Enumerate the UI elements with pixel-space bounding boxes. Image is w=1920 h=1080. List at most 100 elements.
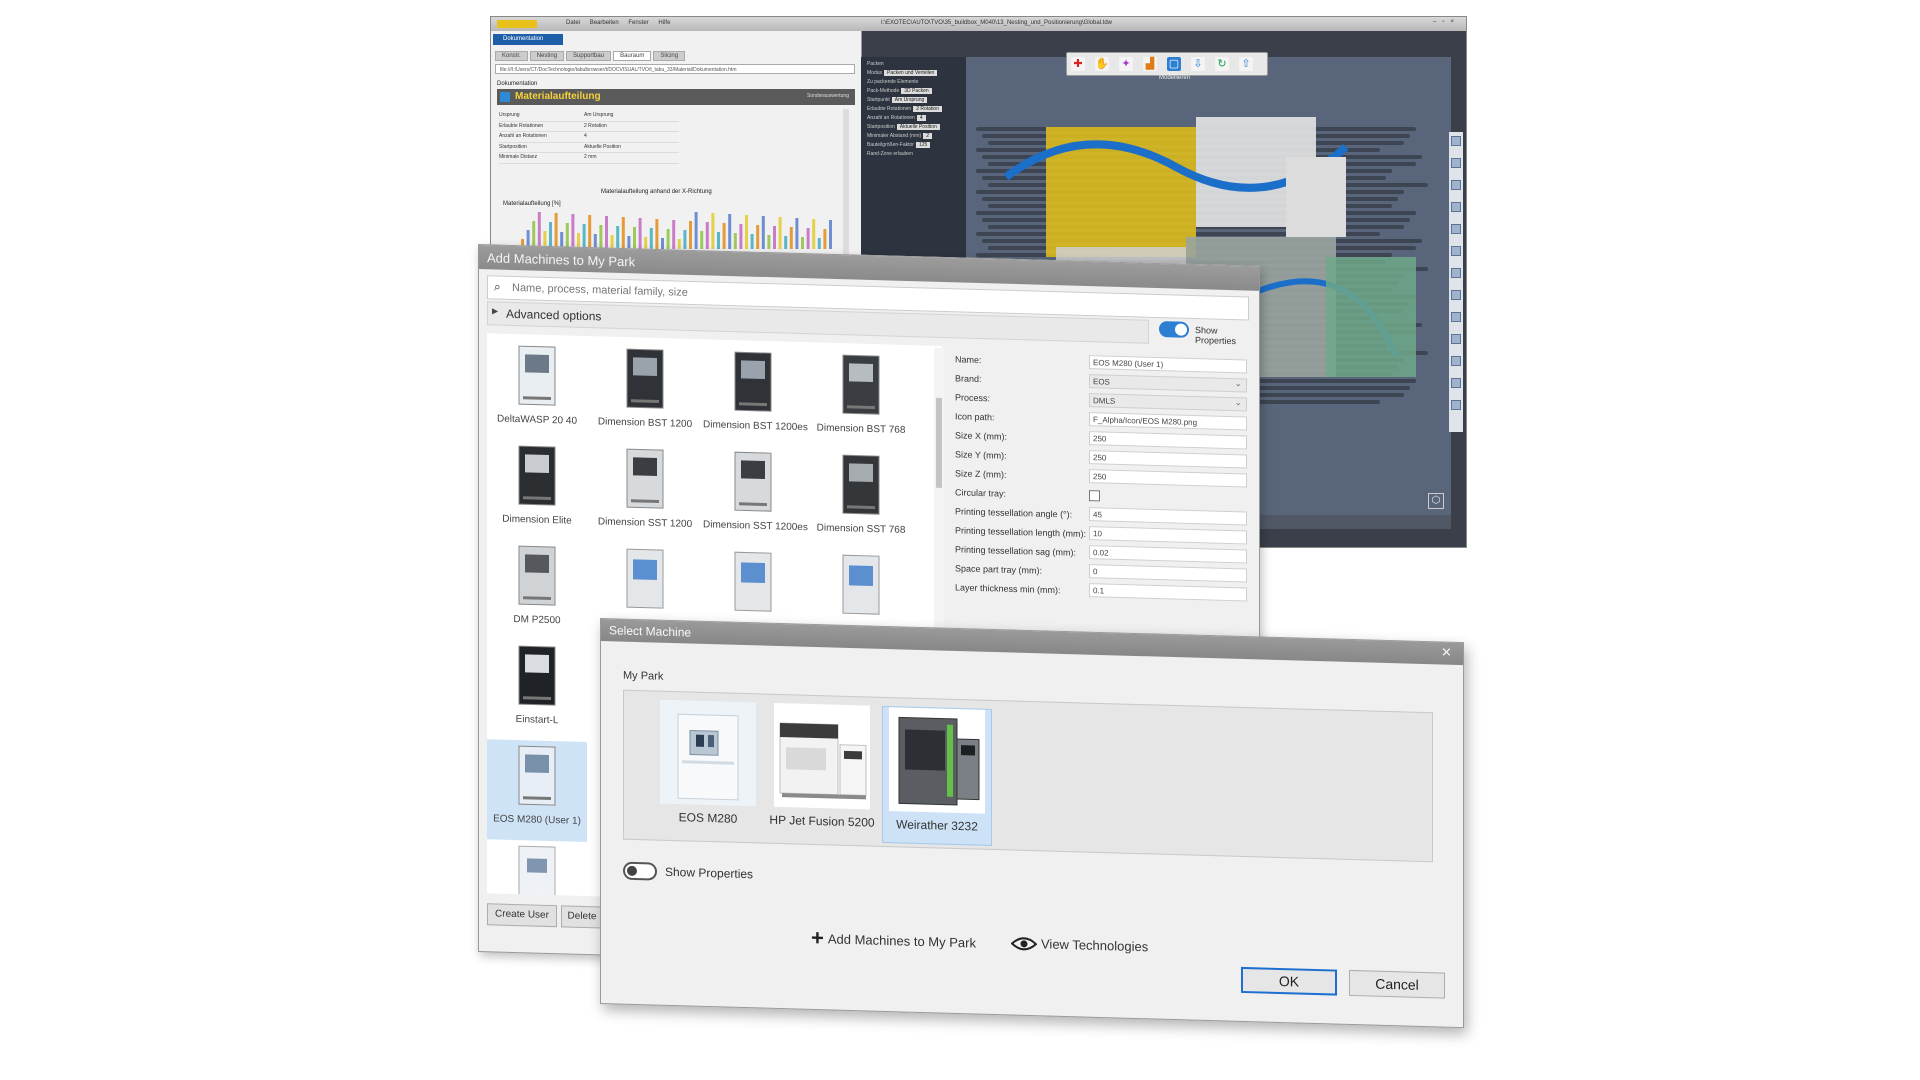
- catalog-machine[interactable]: Dimension SST 1200: [595, 442, 695, 545]
- park-machine-hp-jet-fusion-5200[interactable]: HP Jet Fusion 5200: [768, 702, 876, 841]
- cancel-button[interactable]: Cancel: [1349, 969, 1445, 999]
- catalog-machine[interactable]: Einstart-L: [487, 639, 587, 742]
- show-properties-toggle[interactable]: [1159, 321, 1189, 338]
- size-z-field[interactable]: 250: [1089, 469, 1247, 488]
- refresh-icon[interactable]: ↻: [1215, 57, 1229, 71]
- view-tool-icon[interactable]: [1451, 400, 1461, 410]
- menu-item[interactable]: Fenster: [628, 20, 648, 26]
- property-label: Packen: [867, 61, 884, 67]
- machine-label: Dimension SST 768: [816, 522, 906, 536]
- weirather-image: [889, 707, 985, 814]
- menu-item[interactable]: Hilfe: [658, 20, 670, 26]
- packing-property: Modus Packen und Verteilen: [867, 70, 938, 76]
- view-technologies-link[interactable]: View Technologies: [1011, 934, 1148, 956]
- catalog-machine[interactable]: DeltaWASP 20 40: [487, 339, 587, 442]
- scroll-thumb[interactable]: [936, 397, 942, 488]
- name-field[interactable]: EOS M280 (User 1): [1089, 355, 1247, 374]
- property-label: Startposition: [867, 124, 895, 130]
- view-tool-icon[interactable]: [1451, 246, 1461, 256]
- size-y-field[interactable]: 250: [1089, 450, 1247, 469]
- chart-bar: [795, 218, 799, 249]
- property-value[interactable]: Packen und Verteilen: [884, 70, 938, 76]
- catalog-machine[interactable]: Dimension BST 1200: [595, 342, 695, 445]
- catalog-machine[interactable]: EOS M280 (User 1): [487, 739, 587, 843]
- property-value[interactable]: 4: [916, 115, 926, 121]
- circular-tray-checkbox[interactable]: [1089, 490, 1100, 502]
- show-properties-toggle[interactable]: [623, 861, 657, 881]
- view-tool-icon[interactable]: [1451, 224, 1461, 234]
- property-value[interactable]: 2 Rotation: [913, 106, 942, 112]
- doc-subtab[interactable]: Bauraum: [613, 51, 652, 61]
- catalog-machine[interactable]: Dimension SST 1200es: [703, 445, 808, 548]
- search-icon: ⌕: [494, 279, 501, 294]
- process-select[interactable]: DMLS: [1089, 393, 1247, 412]
- doc-subtab[interactable]: Supportbau: [566, 51, 612, 61]
- close-icon[interactable]: ✕: [1441, 644, 1452, 660]
- view-tool-icon[interactable]: [1451, 180, 1461, 190]
- menu-item[interactable]: Bearbeiten: [590, 20, 619, 26]
- my-park-list: EOS M280 HP Jet Fusion 5200 Weirather 32…: [623, 689, 1433, 863]
- view-tool-icon[interactable]: [1451, 202, 1461, 212]
- doc-url-field[interactable]: file:///I:/Users/CT/DocTechnologie/tabul…: [495, 64, 855, 74]
- view-tool-icon[interactable]: [1451, 290, 1461, 300]
- chart-title: Materialaufteilung anhand der X-Richtung: [601, 189, 712, 195]
- doc-table-row: Minimale Distanz 2 mm: [499, 153, 679, 164]
- view-tool-icon[interactable]: [1451, 378, 1461, 388]
- statistics-icon[interactable]: ▟: [1143, 57, 1157, 71]
- doc-subtabs: Konstr. Nesting Supportbau Bauraum Slicing: [495, 51, 687, 61]
- create-user-button[interactable]: Create User: [487, 903, 557, 928]
- export-icon[interactable]: ⇩: [1191, 57, 1205, 71]
- catalog-machine[interactable]: Dimension BST 768: [811, 348, 911, 451]
- catalog-machine[interactable]: [487, 839, 587, 906]
- property-value[interactable]: Am Ursprung: [891, 97, 928, 103]
- tab-documentation[interactable]: Dokumentation: [493, 34, 563, 45]
- menu-item[interactable]: Datei: [566, 20, 580, 26]
- property-value[interactable]: Aktuelle Position: [896, 124, 940, 130]
- view-tool-icon[interactable]: [1451, 158, 1461, 168]
- view-tool-icon[interactable]: [1451, 136, 1461, 146]
- catalog-machine[interactable]: Dimension Elite: [487, 439, 587, 542]
- layout-icon[interactable]: ▢: [1167, 57, 1181, 71]
- property-value[interactable]: 3D Packen: [901, 88, 932, 94]
- park-machine-eos-m280[interactable]: EOS M280: [654, 699, 762, 838]
- doc-table-row: Ursprung Am Ursprung: [499, 111, 679, 122]
- chart-bar: [694, 212, 698, 249]
- chart-bar: [666, 229, 670, 249]
- add-icon[interactable]: ✚: [1071, 57, 1085, 71]
- view-tool-icon[interactable]: [1451, 334, 1461, 344]
- packing-property: Minimaler Abstand (mm) 2: [867, 133, 932, 139]
- move-icon[interactable]: ✋: [1095, 57, 1109, 71]
- tessellation-angle-field[interactable]: 45: [1089, 507, 1247, 526]
- size-x-field[interactable]: 250: [1089, 431, 1247, 450]
- pin-icon[interactable]: ⇧: [1239, 57, 1253, 71]
- transform-icon[interactable]: ✦: [1119, 57, 1133, 71]
- app-logo: [497, 20, 537, 28]
- add-machines-link[interactable]: + Add Machines to My Park: [811, 925, 976, 956]
- space-part-tray-field[interactable]: 0: [1089, 564, 1247, 583]
- tessellation-length-field[interactable]: 10: [1089, 526, 1247, 545]
- brand-select[interactable]: EOS: [1089, 374, 1247, 393]
- tessellation-sag-field[interactable]: 0.02: [1089, 545, 1247, 564]
- view-tool-icon[interactable]: [1451, 356, 1461, 366]
- delete-button[interactable]: Delete: [561, 905, 603, 929]
- view-toolbar: [1449, 132, 1463, 432]
- property-value[interactable]: 2: [923, 133, 932, 139]
- park-machine-weirather-3232[interactable]: Weirather 3232: [882, 705, 992, 846]
- ok-button[interactable]: OK: [1241, 966, 1337, 996]
- chart-bar: [565, 223, 569, 249]
- doc-subtab[interactable]: Slicing: [653, 51, 686, 61]
- view-tool-icon[interactable]: [1451, 268, 1461, 278]
- catalog-machine[interactable]: Dimension BST 1200es: [703, 345, 808, 448]
- doc-subtab[interactable]: Konstr.: [495, 51, 528, 61]
- doc-subtab[interactable]: Nesting: [529, 51, 565, 61]
- window-controls[interactable]: –▫×: [1433, 19, 1460, 25]
- catalog-machine[interactable]: Dimension SST 768: [811, 448, 911, 551]
- doc-section-heading: Dokumentation: [497, 81, 538, 87]
- layer-thickness-field[interactable]: 0.1: [1089, 583, 1247, 602]
- icon-path-field[interactable]: F_Alpha/Icon/EOS M280.png: [1089, 412, 1247, 431]
- view-cube-icon[interactable]: ⬡: [1428, 493, 1444, 509]
- property-value[interactable]: 125: [915, 142, 931, 148]
- view-tool-icon[interactable]: [1451, 312, 1461, 322]
- report-icon: [500, 92, 510, 102]
- catalog-machine[interactable]: DM P2500: [487, 539, 587, 642]
